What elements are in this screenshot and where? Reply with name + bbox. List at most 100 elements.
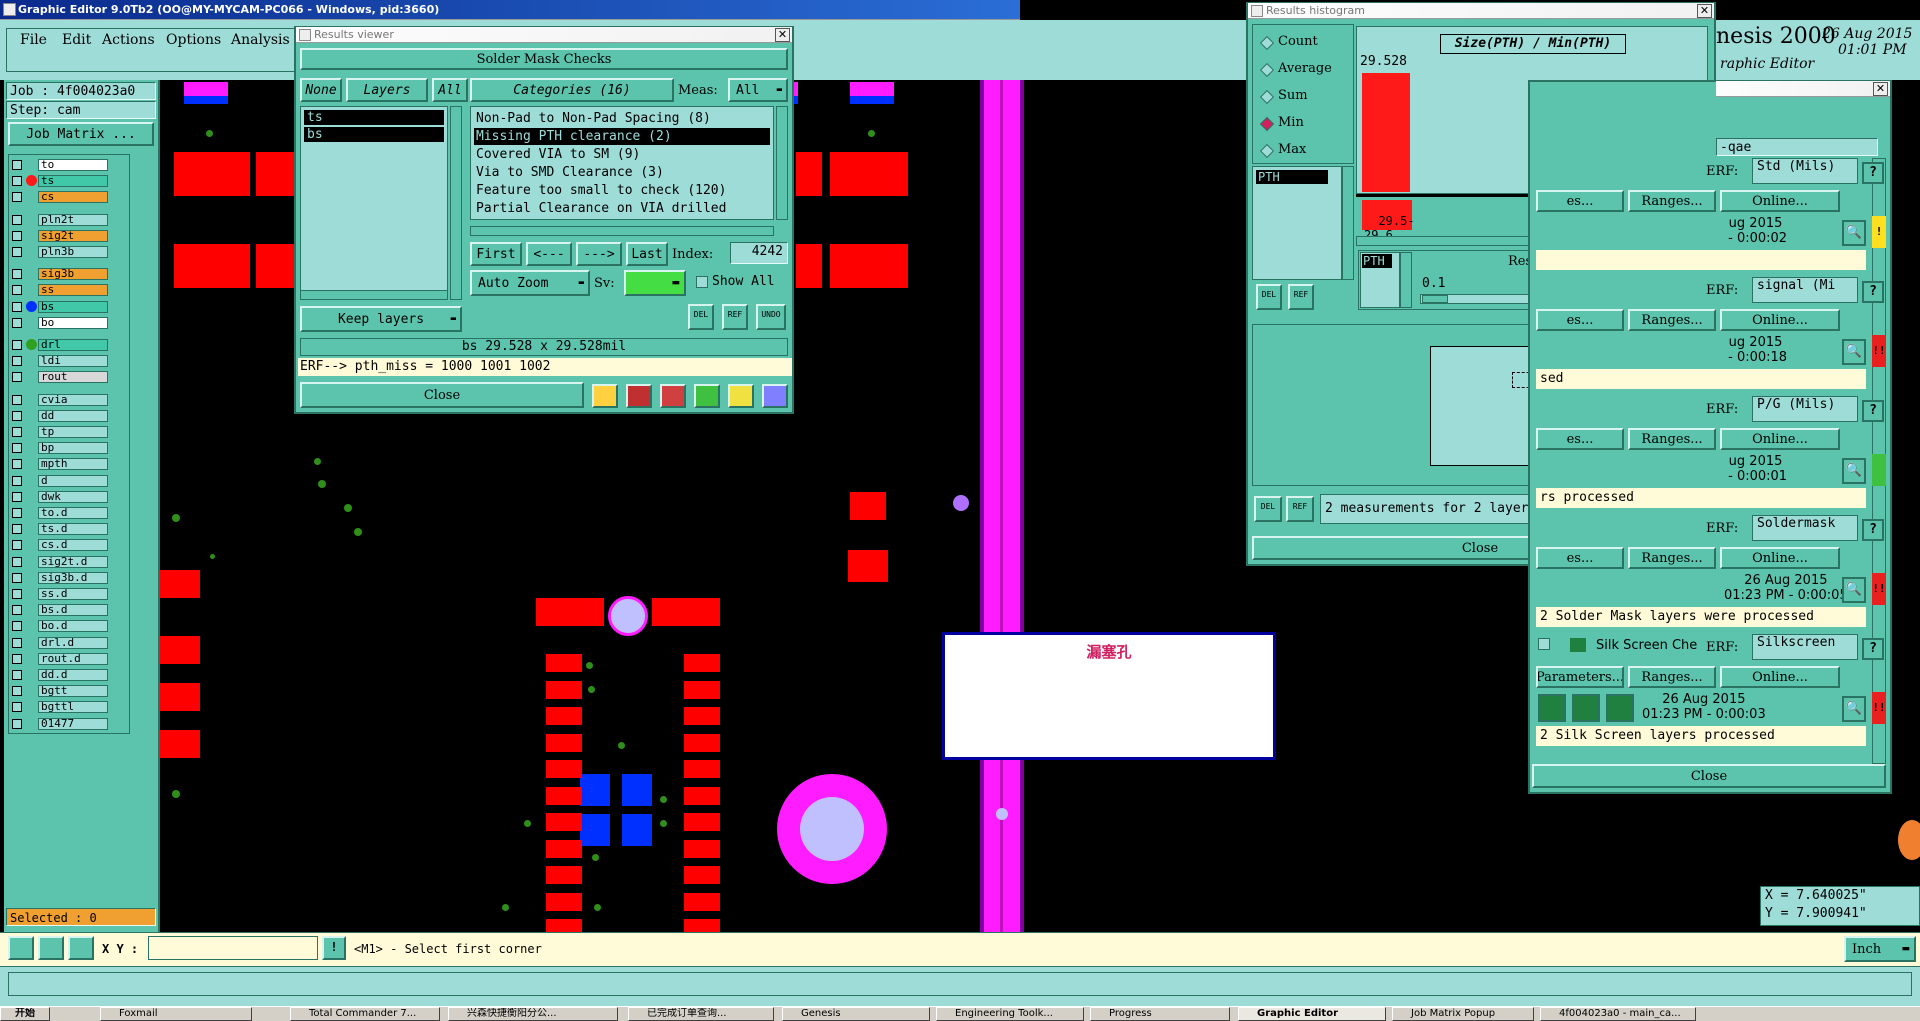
layer-checkbox[interactable] bbox=[12, 372, 22, 383]
run-check-icon[interactable] bbox=[1572, 694, 1600, 722]
layer-checkbox[interactable] bbox=[12, 540, 22, 551]
category-item[interactable]: Partial Clearance on VIA drilled bbox=[474, 200, 770, 217]
taskbar-item[interactable]: 已完成订单查询... bbox=[628, 1007, 774, 1021]
category-item[interactable]: Non-Pad to Non-Pad Spacing (8) bbox=[474, 110, 770, 127]
undo-icon[interactable]: UNDO bbox=[756, 304, 786, 330]
layer-checkbox[interactable] bbox=[12, 160, 22, 170]
histogram-list-item[interactable]: PTH bbox=[1256, 170, 1328, 184]
resolution-list-item[interactable]: PTH bbox=[1362, 254, 1392, 268]
category-item[interactable]: Missing PTH clearance (2) bbox=[474, 128, 770, 145]
run-check-icon[interactable] bbox=[1606, 694, 1634, 722]
all-button[interactable]: All bbox=[432, 78, 468, 102]
alert-icon[interactable]: ! bbox=[322, 936, 346, 960]
layer-checkbox[interactable] bbox=[12, 589, 22, 599]
ref-icon[interactable]: REF bbox=[722, 304, 748, 330]
unit-dropdown[interactable]: Inch ▬ bbox=[1844, 936, 1916, 962]
help-icon[interactable]: ? bbox=[1862, 400, 1884, 422]
layer-checkbox[interactable] bbox=[12, 491, 22, 502]
zoom-icon[interactable]: 🔍 bbox=[1842, 577, 1866, 603]
layer-row-cvia[interactable]: cvia bbox=[10, 393, 108, 406]
layer-row-01477[interactable]: 01477 bbox=[10, 717, 108, 730]
checklist-close-button[interactable]: Close bbox=[1532, 764, 1886, 788]
layer-checkbox[interactable] bbox=[12, 427, 22, 437]
layer-row-mpth[interactable]: mpth bbox=[10, 458, 108, 471]
layer-checkbox[interactable] bbox=[12, 718, 22, 729]
layer-checkbox[interactable] bbox=[12, 572, 22, 583]
last-button[interactable]: Last bbox=[626, 242, 668, 266]
resolution-scroll[interactable] bbox=[1400, 252, 1412, 308]
taskbar-item[interactable]: Genesis bbox=[782, 1007, 930, 1021]
erf-field[interactable]: signal (Mi bbox=[1752, 277, 1858, 303]
parameters-button[interactable]: es... bbox=[1536, 547, 1624, 569]
layer-row-bgtt[interactable]: bgtt bbox=[10, 685, 108, 698]
menu-options[interactable]: Options bbox=[166, 32, 221, 48]
snap-icon[interactable] bbox=[8, 936, 34, 960]
tool-icon-3[interactable] bbox=[660, 384, 686, 408]
layer-checkbox[interactable] bbox=[12, 508, 22, 518]
layer-row-rout-d[interactable]: rout.d bbox=[10, 652, 108, 665]
layer-row-bs-d[interactable]: bs.d bbox=[10, 604, 108, 617]
start-button[interactable]: 开始 bbox=[0, 1007, 50, 1021]
layer-checkbox[interactable] bbox=[12, 285, 22, 296]
layer-checkbox[interactable] bbox=[12, 247, 22, 257]
layer-checkbox[interactable] bbox=[12, 459, 22, 470]
erf-field[interactable]: Silkscreen bbox=[1752, 634, 1858, 660]
tool-icon-4[interactable] bbox=[694, 384, 720, 408]
layer-row-pln2t[interactable]: pln2t bbox=[10, 213, 108, 226]
category-item[interactable]: Via to SMD Clearance (3) bbox=[474, 164, 770, 181]
close-icon[interactable]: ✕ bbox=[1697, 4, 1712, 18]
layer-row-sig3b-d[interactable]: sig3b.d bbox=[10, 571, 108, 584]
help-icon[interactable]: ? bbox=[1862, 281, 1884, 303]
layer-checkbox[interactable] bbox=[12, 394, 22, 405]
layer-listbox-scrollbar[interactable] bbox=[300, 290, 448, 300]
taskbar-item[interactable]: 4f004023a0 - main_ca... bbox=[1540, 1007, 1696, 1021]
layer-checkbox[interactable] bbox=[12, 653, 22, 664]
grid-icon[interactable] bbox=[68, 936, 94, 960]
layer-row-rout[interactable]: rout bbox=[10, 371, 108, 384]
resolution-slider-thumb[interactable] bbox=[1422, 295, 1448, 303]
layer-row-bp[interactable]: bp bbox=[10, 442, 108, 455]
layer-row-d[interactable]: d bbox=[10, 474, 108, 487]
parameters-button[interactable]: es... bbox=[1536, 428, 1624, 450]
layer-checkbox[interactable] bbox=[12, 301, 22, 312]
menu-edit[interactable]: Edit bbox=[62, 32, 91, 48]
layer-row-tp[interactable]: tp bbox=[10, 426, 108, 438]
parameters-button[interactable]: es... bbox=[1536, 309, 1624, 331]
layer-row-cs-d[interactable]: cs.d bbox=[10, 539, 108, 552]
tool-icon-2[interactable] bbox=[626, 384, 652, 408]
results-layer-item[interactable]: ts bbox=[304, 110, 444, 125]
none-button[interactable]: None bbox=[300, 78, 342, 102]
layer-checkbox[interactable] bbox=[12, 637, 22, 648]
layer-row-to[interactable]: to bbox=[10, 159, 108, 171]
layer-row-dwk[interactable]: dwk bbox=[10, 490, 108, 503]
layer-row-dd-d[interactable]: dd.d bbox=[10, 669, 108, 681]
first-button[interactable]: First bbox=[470, 242, 522, 266]
layer-row-ss[interactable]: ss bbox=[10, 284, 108, 297]
taskbar-item[interactable]: 兴森快捷衡阳分公... bbox=[448, 1007, 618, 1021]
parameters-button[interactable]: es... bbox=[1536, 190, 1624, 212]
taskbar-item[interactable]: Foxmail bbox=[100, 1007, 252, 1021]
layer-checkbox[interactable] bbox=[12, 702, 22, 713]
layer-row-bo[interactable]: bo bbox=[10, 316, 108, 329]
keep-layers-button[interactable]: Keep layers ▬ bbox=[300, 306, 462, 332]
erf-field[interactable]: P/G (Mils) bbox=[1752, 396, 1858, 422]
layer-row-bgttl[interactable]: bgttl bbox=[10, 701, 108, 714]
layer-row-sig2t[interactable]: sig2t bbox=[10, 229, 108, 242]
taskbar-item[interactable]: Job Matrix Popup bbox=[1392, 1007, 1534, 1021]
layer-checkbox[interactable] bbox=[12, 556, 22, 567]
layer-row-ldi[interactable]: ldi bbox=[10, 355, 108, 368]
erf-field[interactable]: Soldermask bbox=[1752, 515, 1858, 541]
layer-row-drl-d[interactable]: drl.d bbox=[10, 636, 108, 649]
zoom-icon[interactable]: 🔍 bbox=[1842, 696, 1866, 722]
category-scrollbar[interactable] bbox=[776, 106, 788, 220]
layer-row-sig2t-d[interactable]: sig2t.d bbox=[10, 555, 108, 568]
hist-del-icon-2[interactable]: DEL bbox=[1254, 496, 1282, 522]
online-button[interactable]: Online... bbox=[1720, 428, 1840, 450]
del-icon[interactable]: DEL bbox=[688, 304, 714, 330]
layer-checkbox[interactable] bbox=[12, 176, 22, 187]
hist-del-icon[interactable]: DEL bbox=[1256, 284, 1282, 310]
layer-checkbox[interactable] bbox=[12, 670, 22, 680]
taskbar-item[interactable]: Graphic Editor bbox=[1238, 1007, 1386, 1021]
histogram-bar[interactable] bbox=[1362, 72, 1410, 192]
run-check-icon[interactable] bbox=[1538, 694, 1566, 722]
